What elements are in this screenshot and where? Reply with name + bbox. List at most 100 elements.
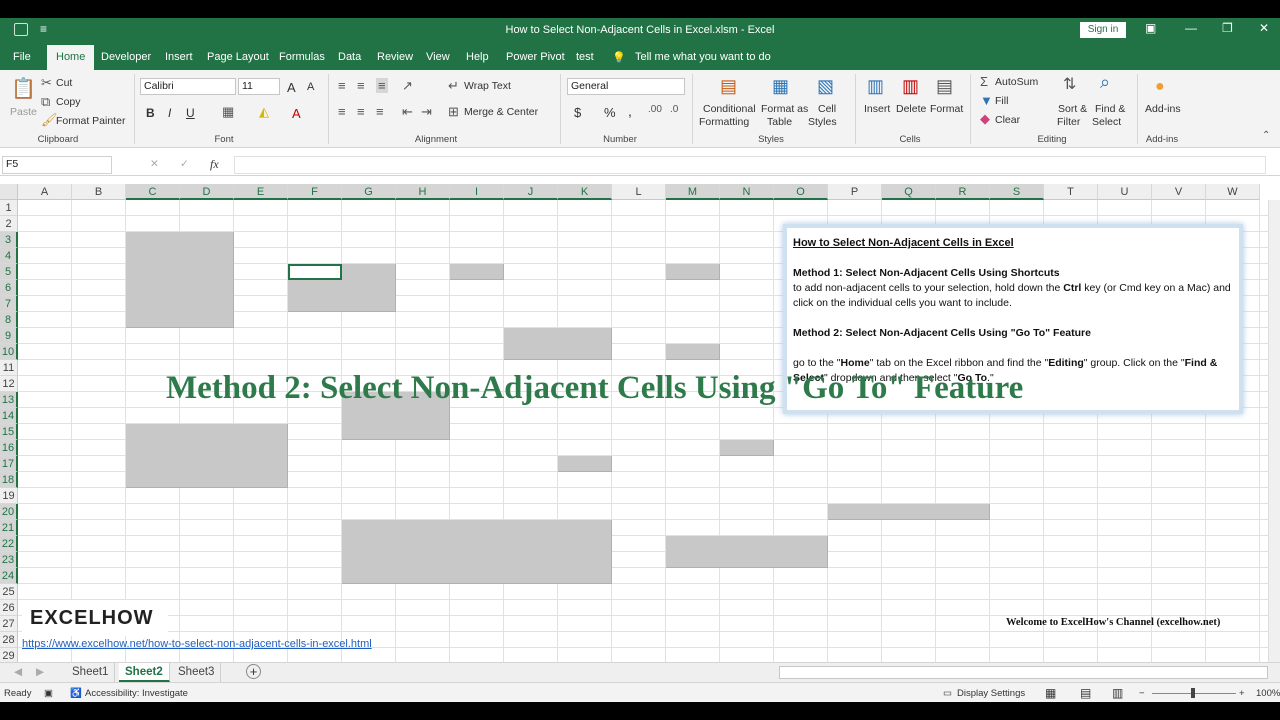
minimize-icon[interactable]: — (1185, 21, 1197, 35)
row-header-23[interactable]: 23 (0, 552, 18, 568)
selected-range[interactable] (828, 504, 990, 520)
insert-cells-button[interactable]: Insert (864, 103, 890, 115)
align-center-icon[interactable]: ≡ (357, 104, 365, 119)
row-header-20[interactable]: 20 (0, 504, 18, 520)
zoom-in-icon[interactable]: + (1239, 688, 1245, 699)
copy-button[interactable]: Copy (56, 96, 81, 108)
tab-review[interactable]: Review (377, 51, 413, 63)
column-header-K[interactable]: K (558, 184, 612, 200)
confirm-entry-button[interactable]: ✓ (180, 158, 189, 170)
add-ins-button[interactable]: Add-ins (1145, 103, 1181, 115)
cut-button[interactable]: Cut (56, 77, 72, 89)
align-middle-icon[interactable]: ≡ (357, 78, 365, 93)
page-break-view-icon[interactable]: ▥ (1112, 686, 1123, 700)
sort-filter-button[interactable]: Sort & (1058, 103, 1087, 115)
worksheet-grid[interactable]: A B C D E F G H I J K L M N O P Q R S T U V W 1 2 3 4 5 6 7 8 9 10 11 12 13… (0, 184, 1280, 664)
row-header-21[interactable]: 21 (0, 520, 18, 536)
selected-range[interactable] (342, 520, 612, 584)
increase-decimal-icon[interactable]: .00 (648, 104, 662, 115)
tutorial-link[interactable]: https://www.excelhow.net/how-to-select-n… (22, 638, 372, 650)
selected-range[interactable] (126, 424, 288, 488)
selected-range[interactable] (720, 440, 774, 456)
merge-center-button[interactable]: Merge & Center (464, 106, 538, 118)
format-painter-button[interactable]: Format Painter (56, 115, 125, 127)
column-header-J[interactable]: J (504, 184, 558, 200)
delete-cells-button[interactable]: Delete (896, 103, 926, 115)
row-header-28[interactable]: 28 (0, 632, 18, 648)
autosum-button[interactable]: AutoSum (995, 76, 1038, 88)
column-header-S[interactable]: S (990, 184, 1044, 200)
column-header-A[interactable]: A (18, 184, 72, 200)
column-header-C[interactable]: C (126, 184, 180, 200)
add-sheet-button[interactable]: + (246, 664, 261, 679)
column-header-H[interactable]: H (396, 184, 450, 200)
select-all-corner[interactable] (0, 184, 18, 200)
percent-button[interactable]: % (604, 105, 616, 120)
number-format-box[interactable]: General (567, 78, 685, 95)
row-header-5[interactable]: 5 (0, 264, 18, 280)
selected-range[interactable] (666, 536, 828, 568)
tab-test[interactable]: test (576, 51, 594, 63)
row-header-1[interactable]: 1 (0, 200, 18, 216)
cancel-entry-button[interactable]: ✕ (150, 158, 159, 170)
tab-view[interactable]: View (426, 51, 450, 63)
orientation-icon[interactable]: ↗ (402, 78, 413, 94)
font-color-button[interactable]: A (292, 106, 301, 121)
row-header-4[interactable]: 4 (0, 248, 18, 264)
accessibility-status[interactable]: Accessibility: Investigate (85, 688, 188, 699)
conditional-formatting-button[interactable]: Conditional (703, 103, 756, 115)
macro-record-icon[interactable]: ▣ (44, 688, 53, 699)
restore-icon[interactable]: ❐ (1222, 21, 1233, 35)
row-header-27[interactable]: 27 (0, 616, 18, 632)
column-header-I[interactable]: I (450, 184, 504, 200)
selected-range[interactable] (558, 456, 612, 472)
row-header-12[interactable]: 12 (0, 376, 18, 392)
row-header-6[interactable]: 6 (0, 280, 18, 296)
shrink-font-button[interactable]: A (307, 81, 314, 93)
horizontal-scrollbar[interactable] (779, 666, 1268, 679)
row-header-25[interactable]: 25 (0, 584, 18, 600)
sheet-tab-sheet2[interactable]: Sheet2 (119, 663, 170, 682)
comma-button[interactable]: , (628, 103, 632, 119)
selected-range[interactable] (666, 264, 720, 280)
decrease-indent-icon[interactable]: ⇤ (402, 104, 413, 120)
paste-button[interactable]: Paste (10, 106, 37, 118)
tab-file[interactable]: File (13, 51, 31, 63)
row-header-2[interactable]: 2 (0, 216, 18, 232)
row-header-15[interactable]: 15 (0, 424, 18, 440)
bold-button[interactable]: B (146, 106, 155, 120)
sheet-tab-sheet3[interactable]: Sheet3 (172, 663, 222, 682)
row-header-16[interactable]: 16 (0, 440, 18, 456)
tab-formulas[interactable]: Formulas (279, 51, 325, 63)
tab-insert[interactable]: Insert (165, 51, 193, 63)
column-header-B[interactable]: B (72, 184, 126, 200)
font-size-box[interactable]: 11 (238, 78, 280, 95)
decrease-decimal-icon[interactable]: .0 (670, 104, 678, 115)
wrap-text-button[interactable]: Wrap Text (464, 80, 511, 92)
clear-button[interactable]: Clear (995, 114, 1020, 126)
tab-data[interactable]: Data (338, 51, 361, 63)
tab-developer[interactable]: Developer (101, 51, 151, 63)
format-cells-button[interactable]: Format (930, 103, 963, 115)
column-header-M[interactable]: M (666, 184, 720, 200)
selected-range[interactable] (504, 328, 612, 360)
row-header-24[interactable]: 24 (0, 568, 18, 584)
column-header-P[interactable]: P (828, 184, 882, 200)
fill-color-icon[interactable]: ◭ (259, 104, 269, 120)
tell-me-search[interactable]: Tell me what you want to do (635, 51, 771, 63)
row-header-26[interactable]: 26 (0, 600, 18, 616)
active-cell[interactable] (288, 264, 342, 280)
align-left-icon[interactable]: ≡ (338, 104, 346, 119)
zoom-out-icon[interactable]: − (1139, 688, 1145, 699)
zoom-slider-thumb[interactable] (1191, 688, 1195, 698)
collapse-ribbon-icon[interactable]: ⌃ (1262, 130, 1270, 141)
vertical-scrollbar[interactable] (1268, 200, 1280, 664)
format-as-table-button[interactable]: Format as (761, 103, 808, 115)
italic-button[interactable]: I (168, 106, 171, 120)
row-header-10[interactable]: 10 (0, 344, 18, 360)
tab-home[interactable]: Home (47, 45, 95, 70)
grow-font-button[interactable]: A (287, 80, 296, 95)
fill-button[interactable]: Fill (995, 95, 1008, 107)
insert-function-button[interactable]: fx (210, 157, 219, 172)
row-header-8[interactable]: 8 (0, 312, 18, 328)
